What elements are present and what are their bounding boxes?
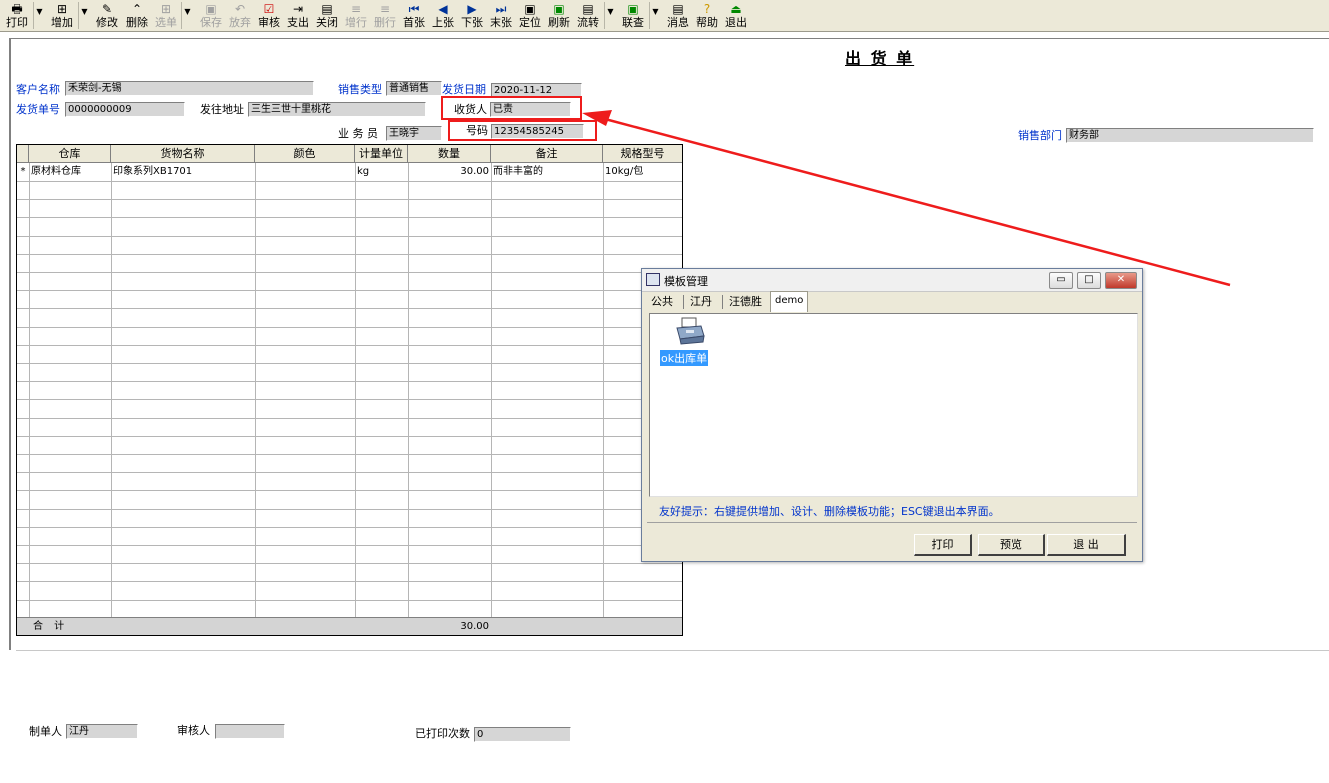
total-qty: 30.00 [460,621,489,632]
total-row: 合 计 30.00 [17,617,682,635]
col-header-qty[interactable]: 数量 [408,145,491,163]
grid-row-line [17,545,682,546]
auditor-field[interactable] [215,724,285,739]
grid-row-line [17,181,682,182]
grid-row-line [17,254,682,255]
grid-row-line [17,399,682,400]
grid-row-line [17,509,682,510]
template-list[interactable]: ok出库单 [649,313,1138,497]
tab-public[interactable]: 公共 [647,293,677,311]
window-app-icon [646,273,660,286]
grid-column-line [491,163,492,617]
grid-row-line [17,436,682,437]
grid-row-line [17,581,682,582]
cell-remark[interactable]: 而非丰富的 [491,163,603,181]
grid-column-line [111,163,112,617]
col-header-remark[interactable]: 备注 [491,145,603,163]
printed-count-field[interactable]: 0 [474,727,571,742]
tab-divider [683,295,684,309]
detail-grid[interactable]: 仓库 货物名称 颜色 计量单位 数量 备注 规格型号 * 原材料仓库 印象系列X… [16,144,683,636]
grid-column-line [603,163,604,617]
grid-row-line [17,327,682,328]
cell-spec[interactable]: 10kg/包 [603,163,682,181]
cell-warehouse[interactable]: 原材料仓库 [29,163,111,181]
printer-icon [676,317,705,345]
dialog-print-button[interactable]: 打印 [914,534,972,556]
template-manager-dialog: 模板管理 ▭ □ ✕ 公共 江丹 汪德胜 demo ok出库单 友好提示：右键提… [641,268,1143,562]
tab-demo[interactable]: demo [770,291,809,312]
dialog-title: 模板管理 [664,275,708,288]
minimize-icon: ▭ [1056,274,1066,285]
grid-row-line [17,363,682,364]
row-marker: * [20,166,26,177]
auditor-label: 审核人 [177,724,210,737]
template-item[interactable]: ok出库单 [658,316,720,368]
maximize-icon: □ [1084,274,1094,285]
grid-row-line [17,345,682,346]
cell-color[interactable] [255,163,355,181]
maker-label: 制单人 [29,725,62,738]
cell-goods[interactable]: 印象系列XB1701 [111,163,255,181]
dialog-exit-button[interactable]: 退 出 [1047,534,1126,556]
grid-column-line [355,163,356,617]
grid-row-line [17,217,682,218]
tab-jiangdan[interactable]: 江丹 [686,293,716,311]
grid-column-line [255,163,256,617]
maximize-button[interactable]: □ [1077,272,1101,289]
grid-row-line [17,272,682,273]
col-header-goods[interactable]: 货物名称 [111,145,255,163]
tab-wangdesheng[interactable]: 汪德胜 [725,293,766,311]
dialog-hint: 友好提示：右键提供增加、设计、删除模板功能；ESC键退出本界面。 [659,505,1000,518]
col-header-color[interactable]: 颜色 [255,145,355,163]
total-label: 合 计 [33,621,69,632]
dialog-divider [647,522,1137,523]
minimize-button[interactable]: ▭ [1049,272,1073,289]
close-icon: ✕ [1116,274,1126,285]
tab-divider [722,295,723,309]
grid-row-line [17,472,682,473]
grid-row-line [17,290,682,291]
maker-field[interactable]: 江丹 [66,724,138,739]
grid-row-line [17,454,682,455]
grid-column-line [408,163,409,617]
printed-count-label: 已打印次数 [415,727,470,740]
grid-row-line [17,490,682,491]
template-item-label: ok出库单 [660,350,709,366]
dialog-titlebar[interactable]: 模板管理 ▭ □ ✕ [642,269,1142,292]
grid-row-line [17,563,682,564]
grid-row-line [17,418,682,419]
grid-row-line [17,527,682,528]
grid-row-line [17,600,682,601]
dialog-close-button[interactable]: ✕ [1105,272,1137,289]
footer-divider [16,650,1329,651]
grid-corner [17,145,29,163]
grid-column-line [29,163,30,617]
dialog-preview-button[interactable]: 预览 [978,534,1045,556]
col-header-unit[interactable]: 计量单位 [355,145,408,163]
cell-qty[interactable]: 30.00 [408,163,491,181]
grid-row-line [17,381,682,382]
col-header-spec[interactable]: 规格型号 [603,145,682,163]
col-header-warehouse[interactable]: 仓库 [29,145,111,163]
grid-row-line [17,236,682,237]
cell-unit[interactable]: kg [355,163,408,181]
grid-row-line [17,199,682,200]
grid-row-line [17,308,682,309]
